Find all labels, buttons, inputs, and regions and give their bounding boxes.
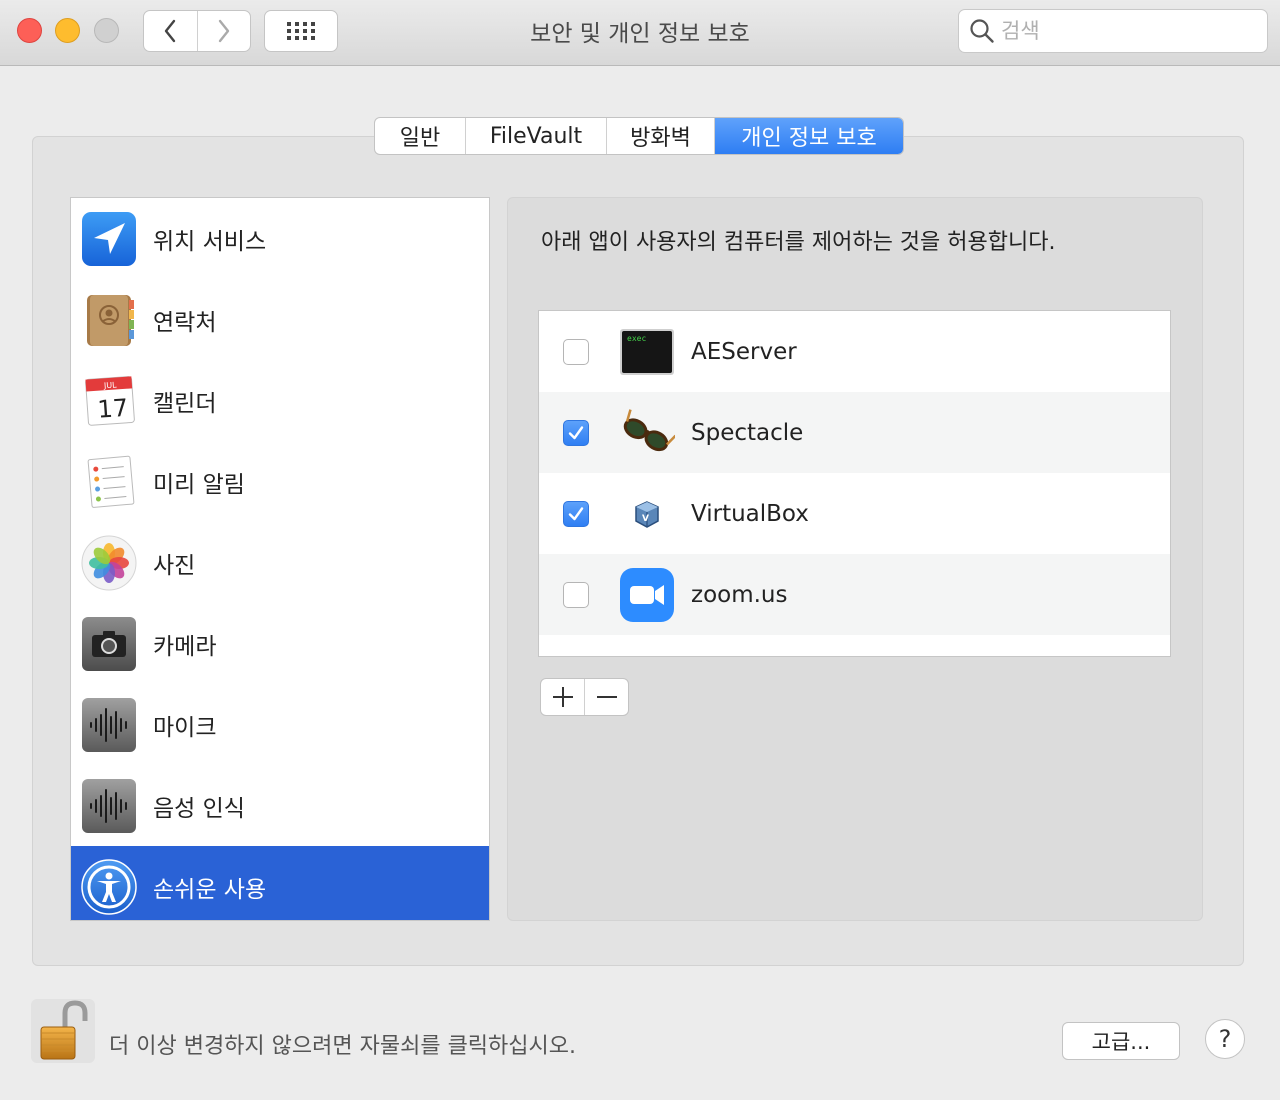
sidebar-item-accessibility[interactable]: 손쉬운 사용 xyxy=(71,846,489,920)
show-all-button[interactable] xyxy=(264,10,338,52)
list-item: V VirtualBox xyxy=(539,473,1170,554)
app-list: exec AEServer Spectacle V VirtualBox zoo… xyxy=(538,310,1171,657)
app-checkbox-spectacle[interactable] xyxy=(563,419,589,446)
photos-icon xyxy=(81,535,137,590)
minus-icon xyxy=(596,696,617,698)
zoom-window-button[interactable] xyxy=(94,18,119,43)
lock-button[interactable] xyxy=(31,999,95,1063)
reminders-icon xyxy=(87,455,135,508)
sidebar-item-reminders[interactable]: 미리 알림 xyxy=(71,441,489,522)
sidebar-item-camera[interactable]: 카메라 xyxy=(71,603,489,684)
list-item: exec AEServer xyxy=(539,311,1170,392)
app-checkbox-aeserver[interactable] xyxy=(563,338,589,365)
sidebar-item-label: 카메라 xyxy=(153,633,217,660)
sidebar-item-label: 위치 서비스 xyxy=(153,228,267,255)
grid-icon xyxy=(287,22,315,40)
navigation-buttons xyxy=(143,10,251,52)
app-checkbox-virtualbox[interactable] xyxy=(563,500,589,527)
plus-icon xyxy=(552,687,573,707)
tab-filevault[interactable]: FileVault xyxy=(465,118,606,154)
privacy-category-list: 위치 서비스 연락처 JUL 17 캘린더 미리 알림 사진 카메라 마이크 음… xyxy=(70,197,490,921)
sidebar-item-speech-recognition[interactable]: 음성 인식 xyxy=(71,765,489,846)
app-name: zoom.us xyxy=(691,581,788,608)
sidebar-item-label: 사진 xyxy=(153,552,196,579)
svg-text:17: 17 xyxy=(97,393,129,423)
tab-bar: 일반 FileVault 방화벽 개인 정보 보호 xyxy=(374,117,904,155)
sidebar-item-label: 마이크 xyxy=(153,714,217,741)
help-button[interactable]: ? xyxy=(1205,1019,1245,1059)
remove-app-button[interactable] xyxy=(584,679,628,715)
checkmark-icon xyxy=(568,425,584,439)
sidebar-item-label: 캘린더 xyxy=(153,390,217,417)
app-name: Spectacle xyxy=(691,419,804,446)
sidebar-item-label: 음성 인식 xyxy=(153,795,245,822)
virtualbox-icon: V xyxy=(635,500,659,528)
terminal-exec-icon: exec xyxy=(620,328,674,375)
sidebar-item-location-services[interactable]: 위치 서비스 xyxy=(71,198,489,279)
chevron-right-icon xyxy=(218,19,229,43)
sidebar-item-calendar[interactable]: JUL 17 캘린더 xyxy=(71,360,489,441)
add-app-button[interactable] xyxy=(541,679,584,715)
location-icon xyxy=(82,211,136,266)
spectacle-glasses-icon xyxy=(623,408,675,451)
permission-description: 아래 앱이 사용자의 컴퓨터를 제어하는 것을 허용합니다. xyxy=(541,230,1056,255)
search-field[interactable] xyxy=(958,9,1268,53)
back-button[interactable] xyxy=(144,11,197,51)
list-item: Spectacle xyxy=(539,392,1170,473)
zoom-camera-icon xyxy=(620,567,674,622)
microphone-icon xyxy=(82,697,136,752)
search-input[interactable] xyxy=(1001,19,1241,43)
forward-button[interactable] xyxy=(196,11,251,51)
sidebar-item-label: 손쉬운 사용 xyxy=(153,876,267,903)
tab-general[interactable]: 일반 xyxy=(375,118,465,154)
contacts-icon xyxy=(87,294,134,346)
sidebar-item-photos[interactable]: 사진 xyxy=(71,522,489,603)
window-title: 보안 및 개인 정보 보호 xyxy=(530,21,750,47)
speech-recognition-icon xyxy=(82,778,136,833)
close-window-button[interactable] xyxy=(17,18,42,43)
checkmark-icon xyxy=(568,506,584,520)
app-name: VirtualBox xyxy=(691,500,809,527)
sidebar-item-contacts[interactable]: 연락처 xyxy=(71,279,489,360)
app-name: AEServer xyxy=(691,338,797,365)
advanced-button[interactable]: 고급... xyxy=(1062,1022,1180,1060)
search-icon xyxy=(970,19,994,43)
tab-firewall[interactable]: 방화벽 xyxy=(606,118,714,154)
app-checkbox-zoom[interactable] xyxy=(563,581,589,608)
accessibility-icon xyxy=(81,858,137,915)
sidebar-item-label: 연락처 xyxy=(153,309,217,336)
list-item: zoom.us xyxy=(539,554,1170,635)
title-bar: 보안 및 개인 정보 보호 xyxy=(0,0,1280,66)
chevron-left-icon xyxy=(165,19,176,43)
lock-instruction-text: 더 이상 변경하지 않으려면 자물쇠를 클릭하십시오. xyxy=(109,1034,577,1059)
sidebar-item-label: 미리 알림 xyxy=(153,471,245,498)
calendar-icon: JUL 17 xyxy=(85,375,135,426)
add-remove-buttons xyxy=(540,678,629,716)
sidebar-item-microphone[interactable]: 마이크 xyxy=(71,684,489,765)
svg-text:JUL: JUL xyxy=(103,380,118,390)
unlocked-padlock-icon xyxy=(40,1000,88,1060)
svg-text:exec: exec xyxy=(627,334,646,343)
minimize-window-button[interactable] xyxy=(55,18,80,43)
tab-privacy[interactable]: 개인 정보 보호 xyxy=(714,118,903,154)
camera-icon xyxy=(82,616,136,671)
svg-text:V: V xyxy=(642,514,649,524)
